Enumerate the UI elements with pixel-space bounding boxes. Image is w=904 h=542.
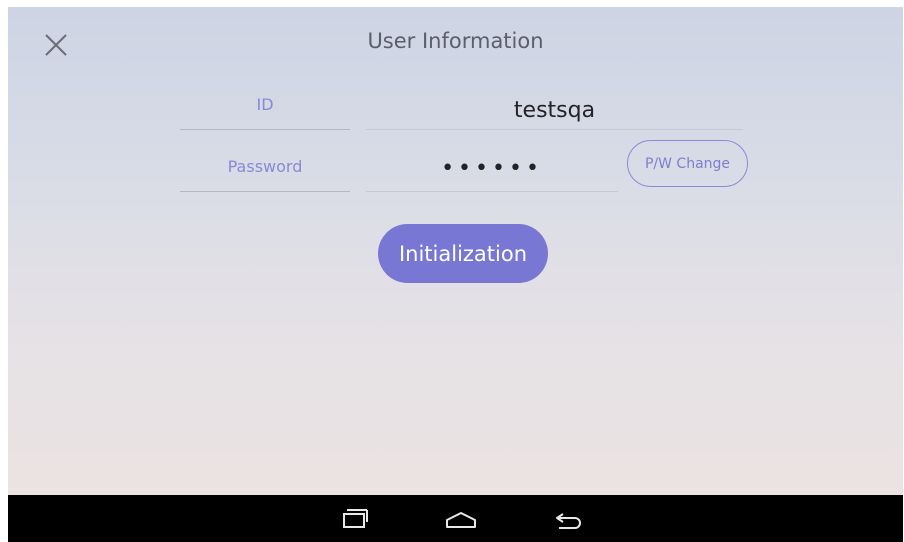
- id-value-underline: [366, 129, 743, 130]
- id-label: ID: [256, 95, 274, 114]
- user-information-screen: User Information ID testsqa Password •••…: [8, 7, 903, 495]
- back-button[interactable]: [553, 505, 587, 533]
- home-icon: [446, 512, 476, 528]
- password-label-underline: [180, 191, 350, 192]
- page-title: User Information: [367, 29, 544, 53]
- password-label: Password: [227, 157, 303, 176]
- id-label-underline: [180, 129, 350, 130]
- pw-change-button[interactable]: P/W Change: [627, 140, 748, 187]
- back-icon: [556, 513, 581, 529]
- password-value-underline: [366, 191, 618, 192]
- recent-apps-button[interactable]: [338, 505, 372, 533]
- recent-apps-icon: [343, 509, 368, 528]
- system-navigation-bar: [8, 495, 903, 542]
- home-button[interactable]: [444, 505, 478, 533]
- password-field[interactable]: ••••••: [366, 156, 618, 181]
- initialization-button[interactable]: Initialization: [378, 224, 548, 283]
- device-frame: User Information ID testsqa Password •••…: [8, 7, 903, 542]
- id-value: testsqa: [513, 98, 596, 123]
